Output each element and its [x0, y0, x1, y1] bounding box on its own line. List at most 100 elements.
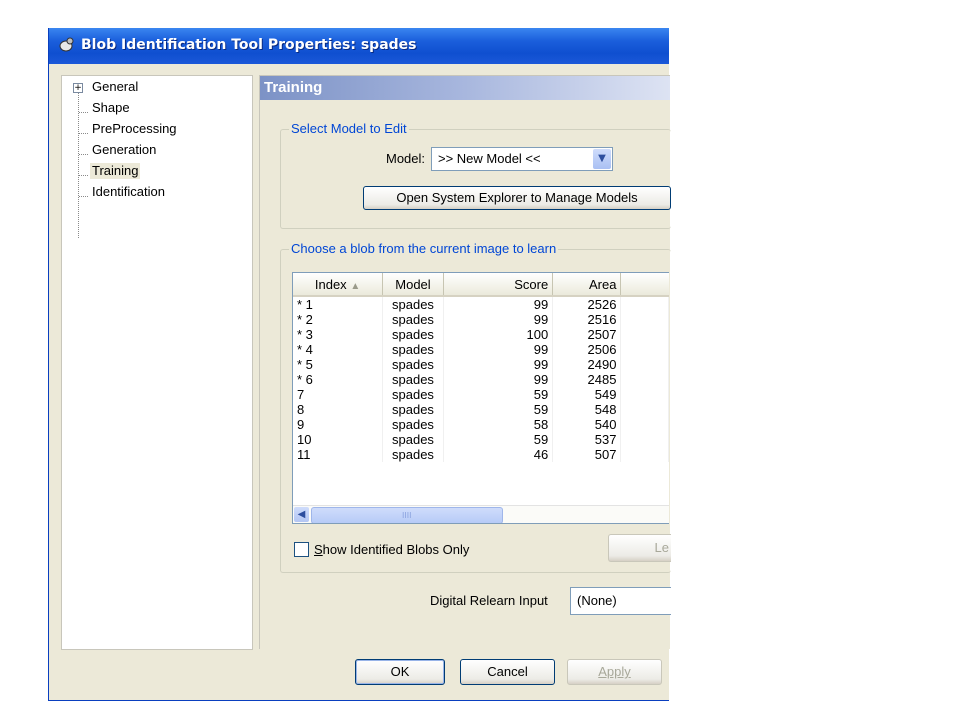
tree-item-training[interactable]: Training [90, 163, 141, 179]
table-row[interactable]: 7 spades 59 549 [293, 387, 669, 402]
table-row[interactable]: * 4 spades 99 2506 [293, 342, 669, 357]
panel-header: Training [260, 76, 670, 100]
cell-model: spades [382, 342, 444, 357]
horizontal-scrollbar[interactable]: ◀ IIII [293, 505, 669, 523]
cell-area: 540 [552, 417, 622, 432]
cell-extra [620, 387, 669, 402]
cell-area: 537 [552, 432, 622, 447]
cell-extra [620, 296, 669, 312]
digital-relearn-dropdown[interactable]: (None) [570, 587, 671, 615]
scroll-left-icon[interactable]: ◀ [294, 507, 309, 522]
cell-score: 59 [443, 402, 554, 417]
tree-item-general[interactable]: General [90, 79, 140, 95]
cell-extra [620, 342, 669, 357]
scroll-grip-icon: IIII [402, 511, 412, 520]
cell-index: * 2 [293, 312, 384, 327]
cell-model: spades [382, 402, 444, 417]
column-header-index[interactable]: Index ▲ [293, 273, 384, 297]
cell-score: 100 [443, 327, 554, 342]
table-row[interactable]: * 6 spades 99 2485 [293, 372, 669, 387]
properties-dialog: Blob Identification Tool Properties: spa… [48, 28, 671, 701]
learn-button[interactable]: Le [608, 534, 671, 562]
cell-model: spades [382, 447, 444, 462]
table-row[interactable]: 8 spades 59 548 [293, 402, 669, 417]
tree-item-shape[interactable]: Shape [90, 100, 132, 116]
cell-index: 11 [293, 447, 384, 462]
column-header-model[interactable]: Model [382, 273, 444, 297]
accesskey-letter: S [314, 542, 323, 557]
table-row[interactable]: * 3 spades 100 2507 [293, 327, 669, 342]
cell-model: spades [382, 387, 444, 402]
cell-area: 2526 [552, 296, 622, 312]
cell-score: 99 [443, 342, 554, 357]
column-header-area[interactable]: Area [552, 273, 622, 297]
title-bar[interactable]: Blob Identification Tool Properties: spa… [49, 28, 669, 64]
cell-model: spades [382, 327, 444, 342]
cell-score: 58 [443, 417, 554, 432]
cell-extra [620, 312, 669, 327]
cell-index: * 3 [293, 327, 384, 342]
cell-area: 2506 [552, 342, 622, 357]
cell-index: * 1 [293, 296, 384, 312]
show-identified-label[interactable]: Show Identified Blobs Only [314, 542, 469, 557]
cell-model: spades [382, 296, 444, 312]
cell-score: 99 [443, 357, 554, 372]
cell-model: spades [382, 357, 444, 372]
tree-connector [78, 92, 79, 238]
cell-extra [620, 402, 669, 417]
cell-area: 2516 [552, 312, 622, 327]
table-row[interactable]: 11 spades 46 507 [293, 447, 669, 462]
cell-index: * 6 [293, 372, 384, 387]
cancel-button[interactable]: Cancel [460, 659, 555, 685]
table-row[interactable]: * 1 spades 99 2526 [293, 296, 669, 312]
tree-item-identification[interactable]: Identification [90, 184, 167, 200]
scroll-thumb[interactable]: IIII [311, 507, 503, 523]
apply-button[interactable]: Apply [567, 659, 662, 685]
tree-item-preprocessing[interactable]: PreProcessing [90, 121, 179, 137]
table-body: * 1 spades 99 2526 * 2 spades 99 2516 * 3 spades 1… [293, 296, 669, 462]
cell-area: 2485 [552, 372, 622, 387]
table-row[interactable]: 10 spades 59 537 [293, 432, 669, 447]
tree-connector [79, 133, 88, 134]
cell-extra [620, 357, 669, 372]
cell-index: 8 [293, 402, 384, 417]
cell-extra [620, 447, 669, 462]
tree-item-generation[interactable]: Generation [90, 142, 158, 158]
table-row[interactable]: * 2 spades 99 2516 [293, 312, 669, 327]
table-row[interactable]: 9 spades 58 540 [293, 417, 669, 432]
digital-relearn-label: Digital Relearn Input [430, 593, 548, 608]
window-title: Blob Identification Tool Properties: spa… [81, 37, 417, 53]
cell-score: 99 [443, 296, 554, 312]
tree-connector [79, 196, 88, 197]
cell-index: 7 [293, 387, 384, 402]
select-model-group: Select Model to Edit [280, 121, 671, 229]
blob-table[interactable]: Index ▲ Model Score Area * 1 spades 99 2526… [292, 272, 669, 524]
table-header-row: Index ▲ Model Score Area [293, 273, 669, 297]
learn-button-label: Le [654, 540, 669, 555]
expand-icon[interactable]: + [73, 83, 83, 93]
cell-extra [620, 327, 669, 342]
show-identified-checkbox[interactable] [294, 542, 309, 557]
blob-table-grid: Index ▲ Model Score Area * 1 spades 99 2526… [293, 273, 669, 462]
cell-score: 59 [443, 387, 554, 402]
cell-score: 46 [443, 447, 554, 462]
column-header-score[interactable]: Score [443, 273, 554, 297]
cell-area: 2490 [552, 357, 622, 372]
chevron-down-icon[interactable]: ▼ [593, 149, 611, 169]
ok-button[interactable]: OK [355, 659, 445, 685]
cell-area: 549 [552, 387, 622, 402]
digital-relearn-value: (None) [577, 593, 617, 608]
model-dropdown[interactable]: >> New Model << ▼ [431, 147, 613, 171]
show-identified-text: how Identified Blobs Only [322, 542, 470, 557]
sort-ascending-icon: ▲ [350, 280, 361, 292]
choose-blob-legend: Choose a blob from the current image to … [289, 241, 559, 256]
tree-connector [79, 112, 88, 113]
cell-area: 548 [552, 402, 622, 417]
column-header-label: Index [314, 276, 347, 292]
table-row[interactable]: * 5 spades 99 2490 [293, 357, 669, 372]
cell-model: spades [382, 372, 444, 387]
cell-model: spades [382, 312, 444, 327]
column-header-extra [620, 273, 669, 297]
cell-score: 59 [443, 432, 554, 447]
open-system-explorer-button[interactable]: Open System Explorer to Manage Models [363, 186, 671, 210]
